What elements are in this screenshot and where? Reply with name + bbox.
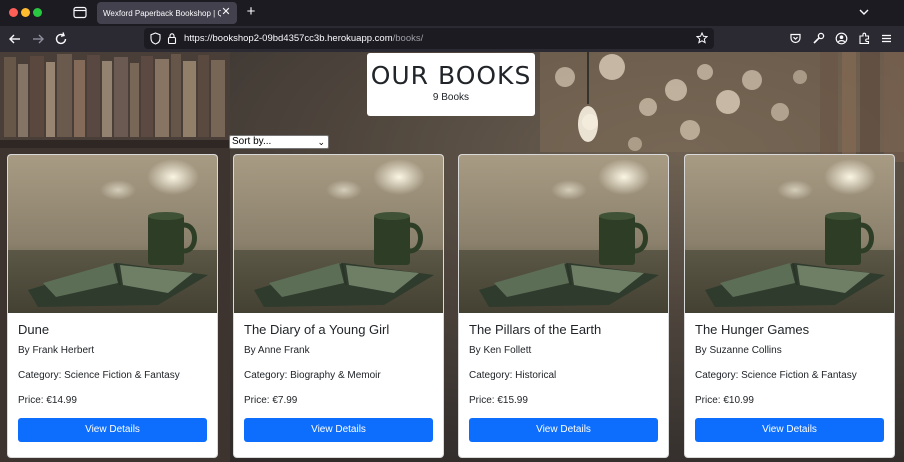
pocket-icon[interactable] xyxy=(789,32,802,45)
book-count: 9 Books xyxy=(432,92,470,103)
book-cover-image xyxy=(234,155,443,313)
chevron-down-icon: ⌄ xyxy=(317,137,325,147)
book-title: The Pillars of the Earth xyxy=(469,322,602,337)
lock-icon[interactable] xyxy=(167,32,177,45)
book-price: Price: €15.99 xyxy=(469,395,528,406)
book-price: Price: €7.99 xyxy=(244,395,298,406)
book-card: Dune By Frank Herbert Category: Science … xyxy=(7,154,218,458)
page-title: OUR BOOKS xyxy=(370,61,532,90)
book-cover-image xyxy=(8,155,217,313)
book-category: Category: Historical xyxy=(469,370,557,381)
book-price: Price: €10.99 xyxy=(695,395,754,406)
book-category: Category: Science Fiction & Fantasy xyxy=(18,370,180,381)
view-details-button[interactable]: View Details xyxy=(695,418,884,442)
sort-selected-value: Sort by... xyxy=(232,136,272,147)
list-all-tabs-icon[interactable] xyxy=(858,6,870,18)
account-icon[interactable] xyxy=(835,32,848,45)
book-title: The Hunger Games xyxy=(695,322,810,337)
view-details-button[interactable]: View Details xyxy=(18,418,207,442)
new-tab-button[interactable]: + xyxy=(244,4,258,20)
maximize-window-button[interactable] xyxy=(33,8,42,17)
page-title-card: OUR BOOKS 9 Books xyxy=(367,53,535,116)
book-author: By Ken Follett xyxy=(469,345,532,356)
bookmark-star-icon[interactable] xyxy=(696,32,708,44)
url-path: /books/ xyxy=(392,33,424,44)
book-card: The Diary of a Young Girl By Anne Frank … xyxy=(233,154,444,458)
back-arrow-icon[interactable] xyxy=(8,31,22,47)
book-card: The Hunger Games By Suzanne Collins Cate… xyxy=(684,154,895,458)
tab-overview-icon[interactable] xyxy=(73,6,87,19)
book-author: By Suzanne Collins xyxy=(695,345,782,356)
url-host: https://bookshop2-09bd4357cc3b.herokuapp… xyxy=(184,33,393,44)
reload-icon[interactable] xyxy=(54,31,68,47)
hamburger-menu-icon[interactable] xyxy=(880,32,893,45)
view-details-button[interactable]: View Details xyxy=(244,418,433,442)
book-author: By Anne Frank xyxy=(244,345,310,356)
wrench-icon[interactable] xyxy=(812,32,825,45)
book-cover-image xyxy=(459,155,668,313)
browser-nav-bar: https://bookshop2-09bd4357cc3b.herokuapp… xyxy=(0,26,904,52)
view-details-button[interactable]: View Details xyxy=(469,418,658,442)
book-category: Category: Biography & Memoir xyxy=(244,370,381,381)
extensions-icon[interactable] xyxy=(858,32,871,45)
tab-title: Wexford Paperback Bookshop | Quality xyxy=(103,8,221,18)
close-tab-icon[interactable]: ✕ xyxy=(220,6,232,19)
book-title: Dune xyxy=(18,322,50,337)
address-bar[interactable]: https://bookshop2-09bd4357cc3b.herokuapp… xyxy=(144,28,714,49)
shield-icon[interactable] xyxy=(150,32,161,45)
book-category: Category: Science Fiction & Fantasy xyxy=(695,370,857,381)
browser-tab-bar: Wexford Paperback Bookshop | Quality ✕ + xyxy=(0,0,904,26)
page-content: OUR BOOKS 9 Books Sort by... ⌄ Dune By F… xyxy=(0,52,904,462)
tab-bookshop[interactable]: Wexford Paperback Bookshop | Quality ✕ xyxy=(97,2,237,24)
book-card: The Pillars of the Earth By Ken Follett … xyxy=(458,154,669,458)
minimize-window-button[interactable] xyxy=(21,8,30,17)
forward-arrow-icon[interactable] xyxy=(31,31,45,47)
close-window-button[interactable] xyxy=(9,8,18,17)
book-cover-image xyxy=(685,155,894,313)
book-author: By Frank Herbert xyxy=(18,345,95,356)
book-price: Price: €14.99 xyxy=(18,395,77,406)
sort-select[interactable]: Sort by... ⌄ xyxy=(229,135,329,149)
url-text: https://bookshop2-09bd4357cc3b.herokuapp… xyxy=(184,33,423,44)
book-title: The Diary of a Young Girl xyxy=(244,322,390,337)
